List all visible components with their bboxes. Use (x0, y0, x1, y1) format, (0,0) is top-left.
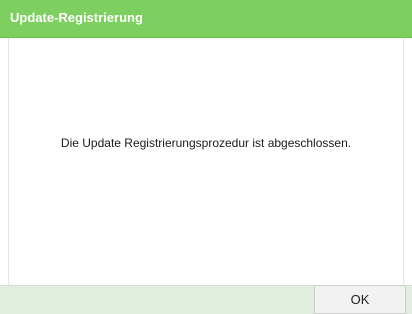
status-message: Die Update Registrierungsprozedur ist ab… (60, 136, 352, 150)
dialog-title: Update-Registrierung (10, 10, 143, 25)
update-registration-screen: Update-Registrierung Die Update Registri… (0, 0, 412, 314)
title-bar: Update-Registrierung (0, 0, 412, 38)
content-area: Die Update Registrierungsprozedur ist ab… (8, 38, 404, 285)
ok-button[interactable]: OK (314, 285, 406, 314)
